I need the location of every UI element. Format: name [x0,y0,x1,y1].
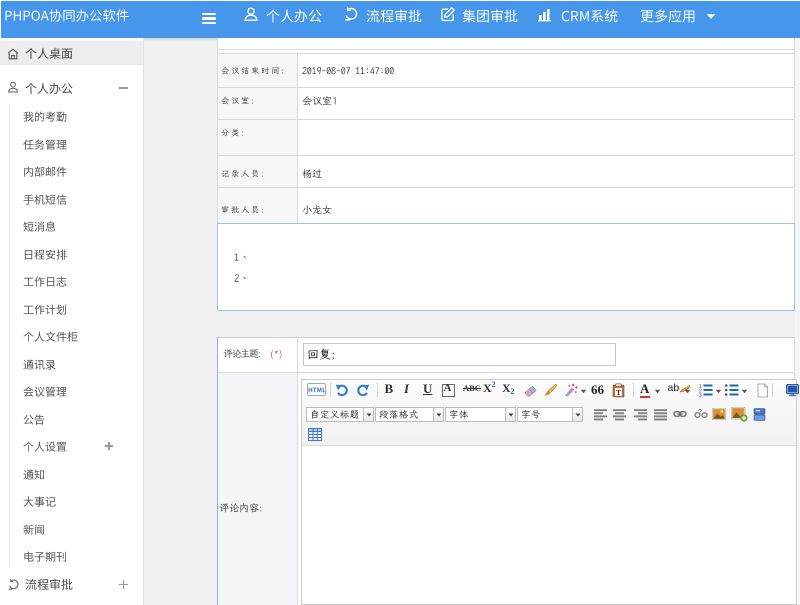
svg-text:T: T [616,387,621,396]
svg-text:?: ? [698,409,702,416]
svg-text:3: 3 [699,393,702,397]
